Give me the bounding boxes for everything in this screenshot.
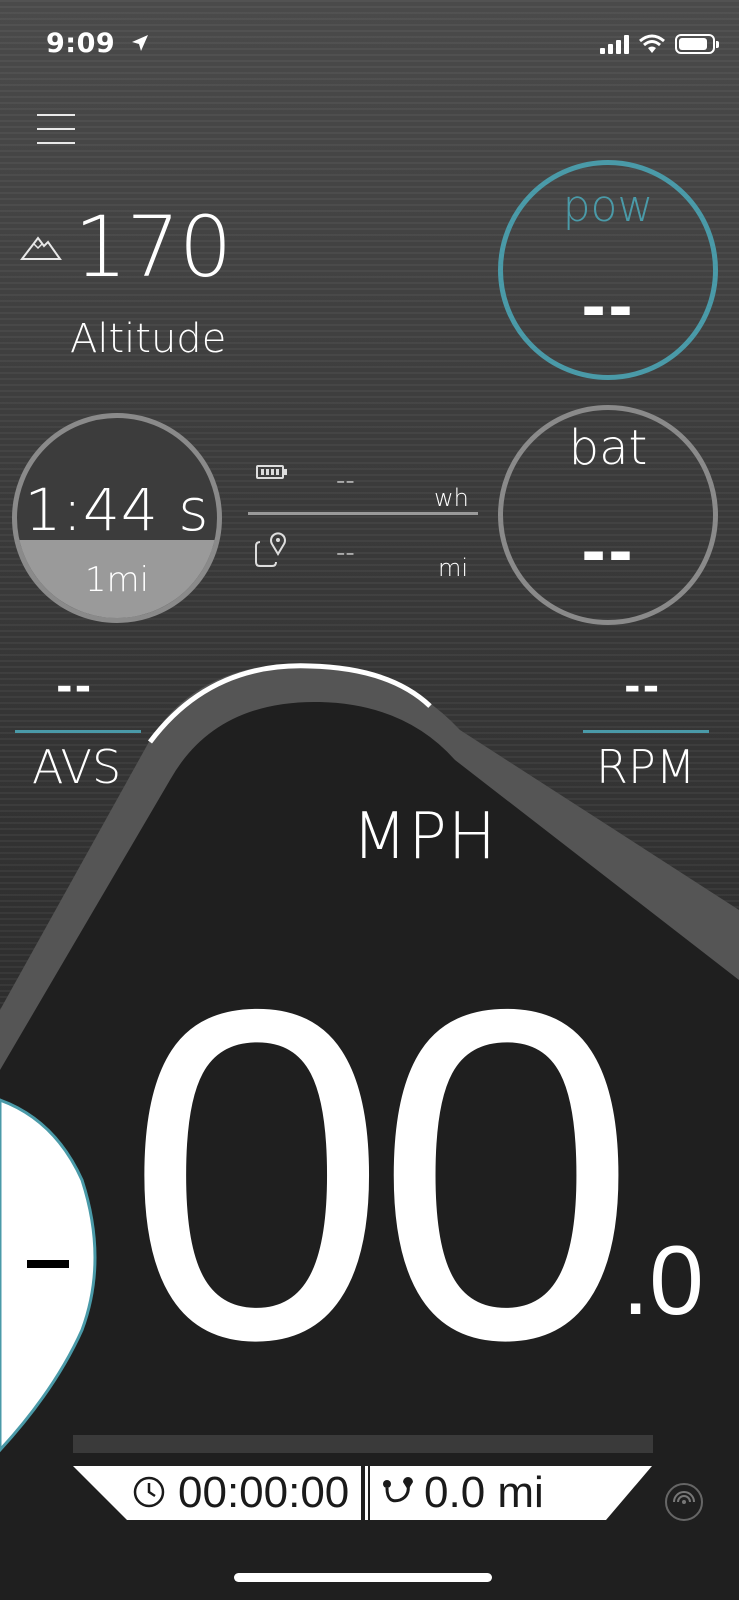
- speed-progress-track: [73, 1435, 653, 1453]
- trip-elapsed: 00:00:00: [178, 1468, 350, 1517]
- left-bubble-value[interactable]: [27, 1260, 69, 1268]
- record-icon[interactable]: [664, 1482, 704, 1522]
- home-indicator[interactable]: [234, 1573, 492, 1582]
- trip-distance: 0.0 mi: [424, 1468, 544, 1517]
- speed-unit: MPH: [352, 800, 497, 874]
- speed-decimal: .0: [622, 1225, 704, 1335]
- speed-value: 00: [126, 912, 637, 1437]
- route-icon: [383, 1477, 413, 1503]
- clock-icon: [133, 1476, 165, 1508]
